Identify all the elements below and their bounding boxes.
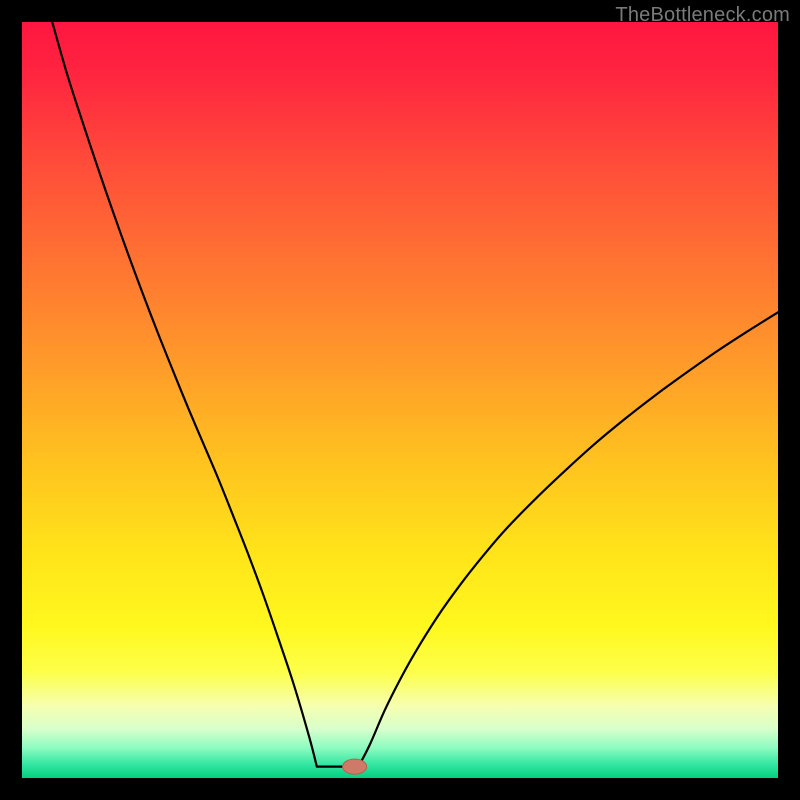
curve-layer [22,22,778,778]
chart-stage: TheBottleneck.com [0,0,800,800]
bottleneck-curve [52,22,778,767]
plot-area [22,22,778,778]
optimal-point-marker [343,759,367,774]
watermark-text: TheBottleneck.com [615,4,790,27]
